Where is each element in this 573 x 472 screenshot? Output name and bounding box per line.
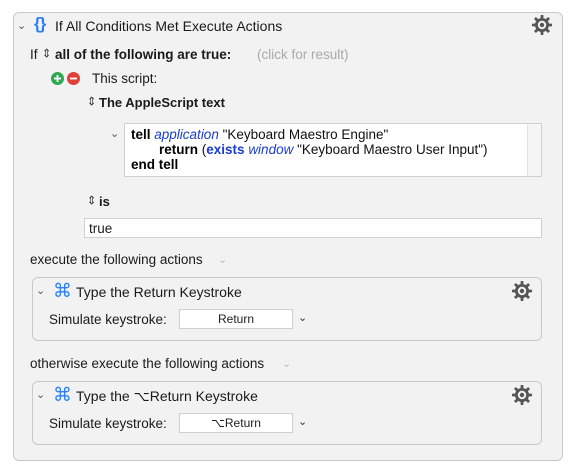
else-action-title[interactable]: Type the ⌥Return Keystroke <box>76 388 258 405</box>
script-line-1: tell application "Keyboard Maestro Engin… <box>131 127 389 142</box>
condition-mode-popup[interactable]: all of the following are true: <box>55 47 231 62</box>
chevron-down-icon[interactable]: ⌄ <box>298 415 307 428</box>
chevron-down-icon[interactable]: ⌄ <box>282 357 291 370</box>
scrollbar[interactable] <box>527 124 541 176</box>
up-down-stepper-icon[interactable]: ⇕ <box>87 94 96 108</box>
chevron-down-icon[interactable]: ⌄ <box>36 389 45 401</box>
else-label: otherwise execute the following actions <box>30 356 265 371</box>
result-value-field[interactable]: true <box>84 218 542 238</box>
action-title[interactable]: If All Conditions Met Execute Actions <box>55 18 282 34</box>
comparison-popup[interactable]: is <box>99 194 110 209</box>
braces-icon: {} <box>34 14 46 33</box>
script-line-3: end tell <box>131 157 179 172</box>
condition-type-label: This script: <box>92 71 158 86</box>
chevron-down-icon[interactable]: ⌄ <box>298 311 307 324</box>
script-kind-popup[interactable]: The AppleScript text <box>99 95 225 110</box>
command-key-icon: ⌘ <box>53 385 72 406</box>
chevron-down-icon[interactable]: ⌄ <box>36 285 45 297</box>
plus-circle-icon[interactable] <box>51 72 64 85</box>
gear-icon[interactable] <box>531 14 553 36</box>
chevron-down-icon[interactable]: ⌄ <box>218 253 227 266</box>
gear-icon[interactable] <box>511 384 533 406</box>
up-down-stepper-icon[interactable]: ⇕ <box>42 46 51 60</box>
then-label: execute the following actions <box>30 252 203 267</box>
result-hint[interactable]: (click for result) <box>257 47 349 62</box>
up-down-stepper-icon[interactable]: ⇕ <box>87 193 96 207</box>
then-action-title[interactable]: Type the Return Keystroke <box>76 284 242 300</box>
command-key-icon: ⌘ <box>53 281 72 302</box>
then-field-label: Simulate keystroke: <box>49 312 167 327</box>
if-label: If <box>30 47 38 62</box>
chevron-down-icon[interactable]: ⌄ <box>110 128 119 140</box>
else-field-label: Simulate keystroke: <box>49 416 167 431</box>
then-keystroke-field[interactable]: Return <box>179 309 293 329</box>
gear-icon[interactable] <box>511 280 533 302</box>
minus-circle-icon[interactable] <box>67 72 80 85</box>
chevron-down-icon[interactable]: ⌄ <box>17 20 26 32</box>
else-keystroke-field[interactable]: ⌥Return <box>179 413 293 433</box>
applescript-text-editor[interactable]: tell application "Keyboard Maestro Engin… <box>124 123 542 177</box>
script-line-2: return (exists window "Keyboard Maestro … <box>159 142 488 157</box>
